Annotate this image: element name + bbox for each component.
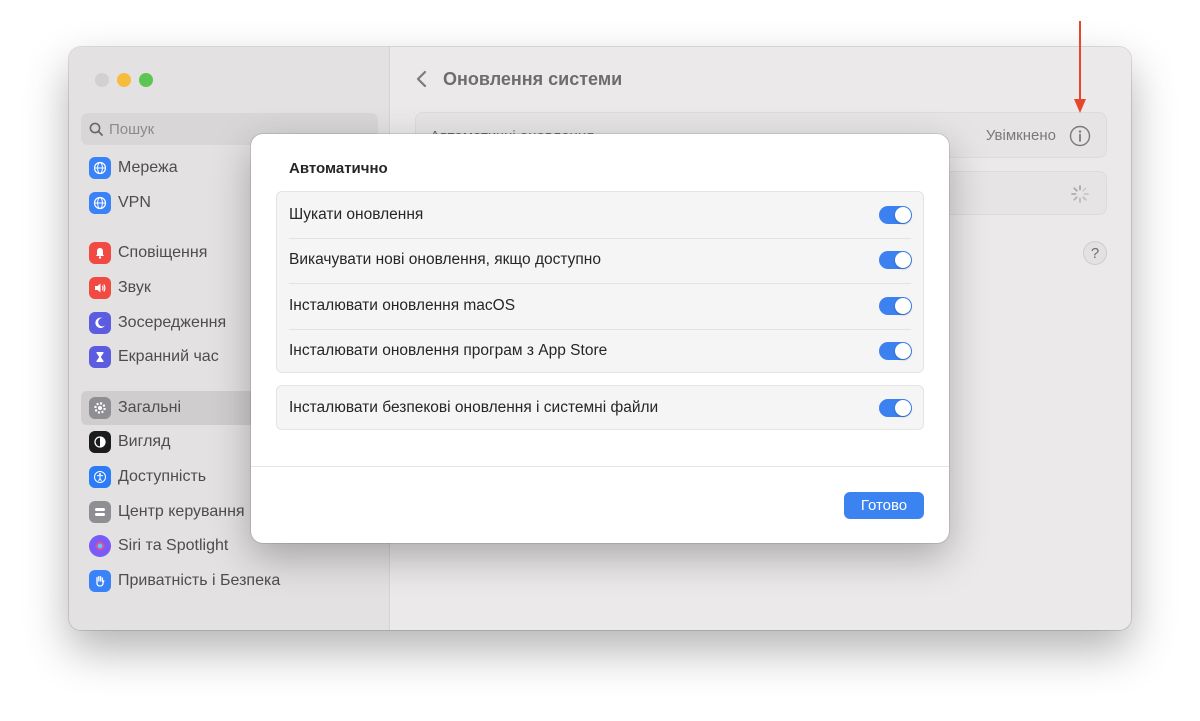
speaker-icon <box>89 277 111 300</box>
globe-icon <box>89 191 111 214</box>
back-chevron-icon[interactable] <box>415 69 429 89</box>
sidebar-item-label: Доступність <box>118 468 207 486</box>
hand-icon <box>89 569 111 592</box>
close-window-button[interactable] <box>95 73 109 87</box>
done-button[interactable]: Готово <box>844 492 924 519</box>
page-title: Оновлення системи <box>443 68 623 89</box>
siri-icon <box>89 535 111 558</box>
moon-icon <box>89 311 111 334</box>
control-center-icon <box>89 500 111 523</box>
sidebar-item-label: Мережа <box>118 159 178 177</box>
sidebar-item-label: Приватність і Безпека <box>118 571 281 589</box>
search-icon <box>89 122 103 136</box>
option-label: Викачувати нові оновлення, якщо доступно <box>289 251 601 269</box>
minimize-window-button[interactable] <box>117 73 131 87</box>
option-install-macos: Інсталювати оновлення macOS <box>277 283 923 329</box>
appearance-icon <box>89 431 111 454</box>
option-check-updates: Шукати оновлення <box>277 192 923 238</box>
sidebar-item-label: Сповіщення <box>118 244 208 262</box>
option-install-app-store: Інсталювати оновлення програм з App Stor… <box>277 328 923 375</box>
sidebar-item-privacy-security[interactable]: Приватність і Безпека <box>81 564 378 599</box>
help-label: ? <box>1090 244 1100 262</box>
update-options-group: Шукати оновлення Викачувати нові оновлен… <box>276 191 924 373</box>
sidebar-item-label: Siri та Spotlight <box>118 537 229 555</box>
dialog-title: Автоматично <box>289 160 388 177</box>
hourglass-icon <box>89 346 111 369</box>
annotation-arrow-icon <box>1074 21 1086 113</box>
sidebar-item-label: Звук <box>118 279 151 297</box>
sidebar-item-label: Вигляд <box>118 433 171 451</box>
auto-updates-status: Увімкнено <box>985 127 1056 144</box>
page-header: Оновлення системи <box>415 67 622 91</box>
loading-spinner-icon <box>1071 185 1089 203</box>
install-macos-toggle[interactable] <box>879 296 912 315</box>
option-install-security: Інсталювати безпекові оновлення і систем… <box>277 386 923 429</box>
install-security-toggle[interactable] <box>879 398 912 417</box>
check-updates-toggle[interactable] <box>879 205 912 224</box>
gear-icon <box>89 396 111 419</box>
install-app-store-toggle[interactable] <box>879 342 912 361</box>
sidebar-item-label: VPN <box>118 193 151 211</box>
option-label: Шукати оновлення <box>289 205 424 223</box>
sidebar-item-label: Екранний час <box>118 348 219 366</box>
sidebar-item-label: Загальні <box>118 398 182 416</box>
sidebar-item-label: Центр керування <box>118 502 245 520</box>
accessibility-icon <box>89 466 111 489</box>
bell-icon <box>89 242 111 265</box>
info-icon[interactable] <box>1068 124 1092 148</box>
globe-icon <box>89 157 111 180</box>
option-label: Інсталювати безпекові оновлення і систем… <box>289 398 659 416</box>
auto-updates-dialog: Автоматично Шукати оновлення Викачувати … <box>251 134 949 543</box>
download-updates-toggle[interactable] <box>879 251 912 270</box>
option-label: Інсталювати оновлення macOS <box>289 296 516 314</box>
dialog-divider <box>251 466 949 467</box>
help-button[interactable]: ? <box>1083 241 1107 265</box>
zoom-window-button[interactable] <box>139 73 153 87</box>
window-controls <box>95 73 153 87</box>
sidebar-item-label: Зосередження <box>118 313 227 331</box>
option-download-updates: Викачувати нові оновлення, якщо доступно <box>277 237 923 284</box>
option-label: Інсталювати оновлення програм з App Stor… <box>289 342 608 360</box>
security-options-group: Інсталювати безпекові оновлення і систем… <box>276 385 924 430</box>
